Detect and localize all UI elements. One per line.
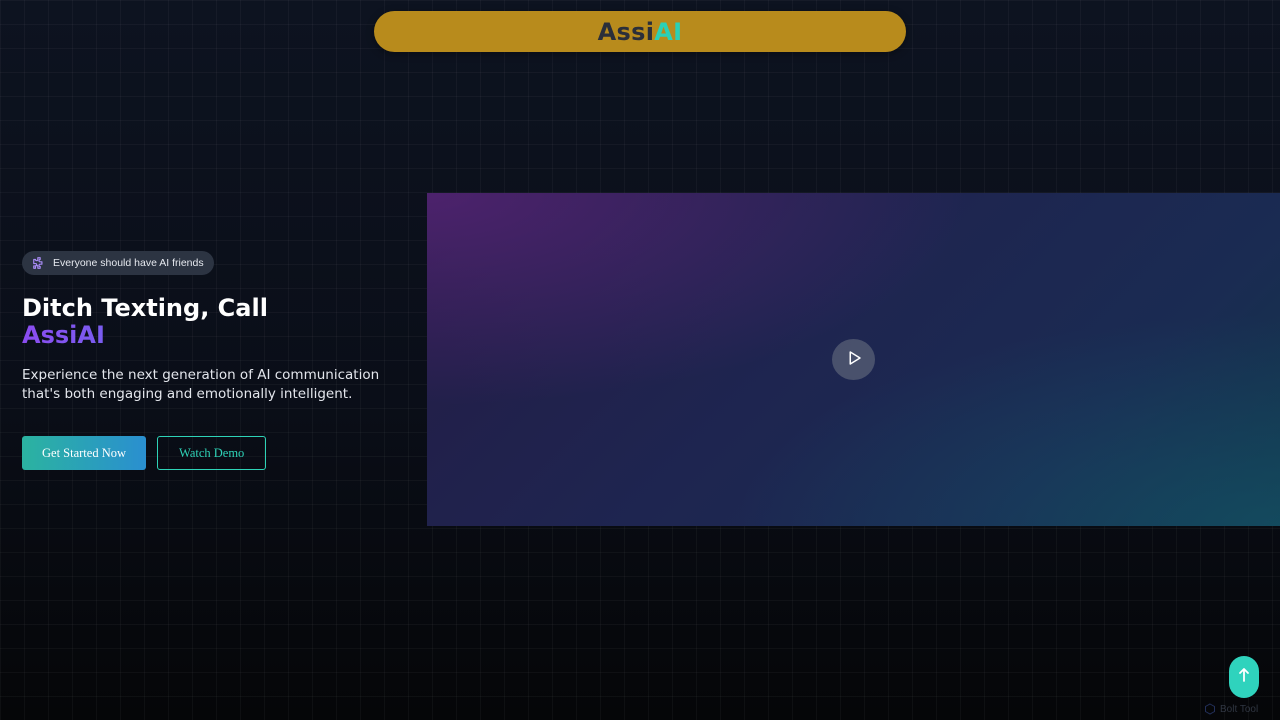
- hero-section: Everyone should have AI friends Ditch Te…: [22, 251, 412, 470]
- get-started-button[interactable]: Get Started Now: [22, 436, 147, 470]
- tagline-badge: Everyone should have AI friends: [22, 251, 214, 275]
- badge-text: Everyone should have AI friends: [53, 257, 204, 269]
- headline-accent: AssiAI: [22, 322, 412, 349]
- watermark: Bolt Tool: [1204, 700, 1258, 719]
- brand-name-part2: AI: [654, 17, 683, 46]
- scroll-to-top-button[interactable]: [1229, 656, 1259, 698]
- arrow-up-icon: [1238, 667, 1250, 687]
- video-preview[interactable]: [427, 193, 1280, 526]
- top-brand-bar[interactable]: AssiAI: [374, 11, 906, 52]
- puzzle-icon: [32, 256, 46, 270]
- play-icon: [845, 349, 863, 371]
- play-button[interactable]: [832, 339, 875, 380]
- headline-line1: Ditch Texting, Call: [22, 294, 268, 322]
- brand-logo: AssiAI: [598, 18, 683, 46]
- hero-subtext: Experience the next generation of AI com…: [22, 367, 380, 402]
- hero-headline: Ditch Texting, Call AssiAI: [22, 295, 412, 349]
- brand-name-part1: Assi: [597, 17, 655, 46]
- logo-icon: [1204, 700, 1216, 719]
- cta-row: Get Started Now Watch Demo: [22, 436, 412, 470]
- watch-demo-button[interactable]: Watch Demo: [157, 436, 267, 470]
- watermark-text: Bolt Tool: [1220, 704, 1259, 715]
